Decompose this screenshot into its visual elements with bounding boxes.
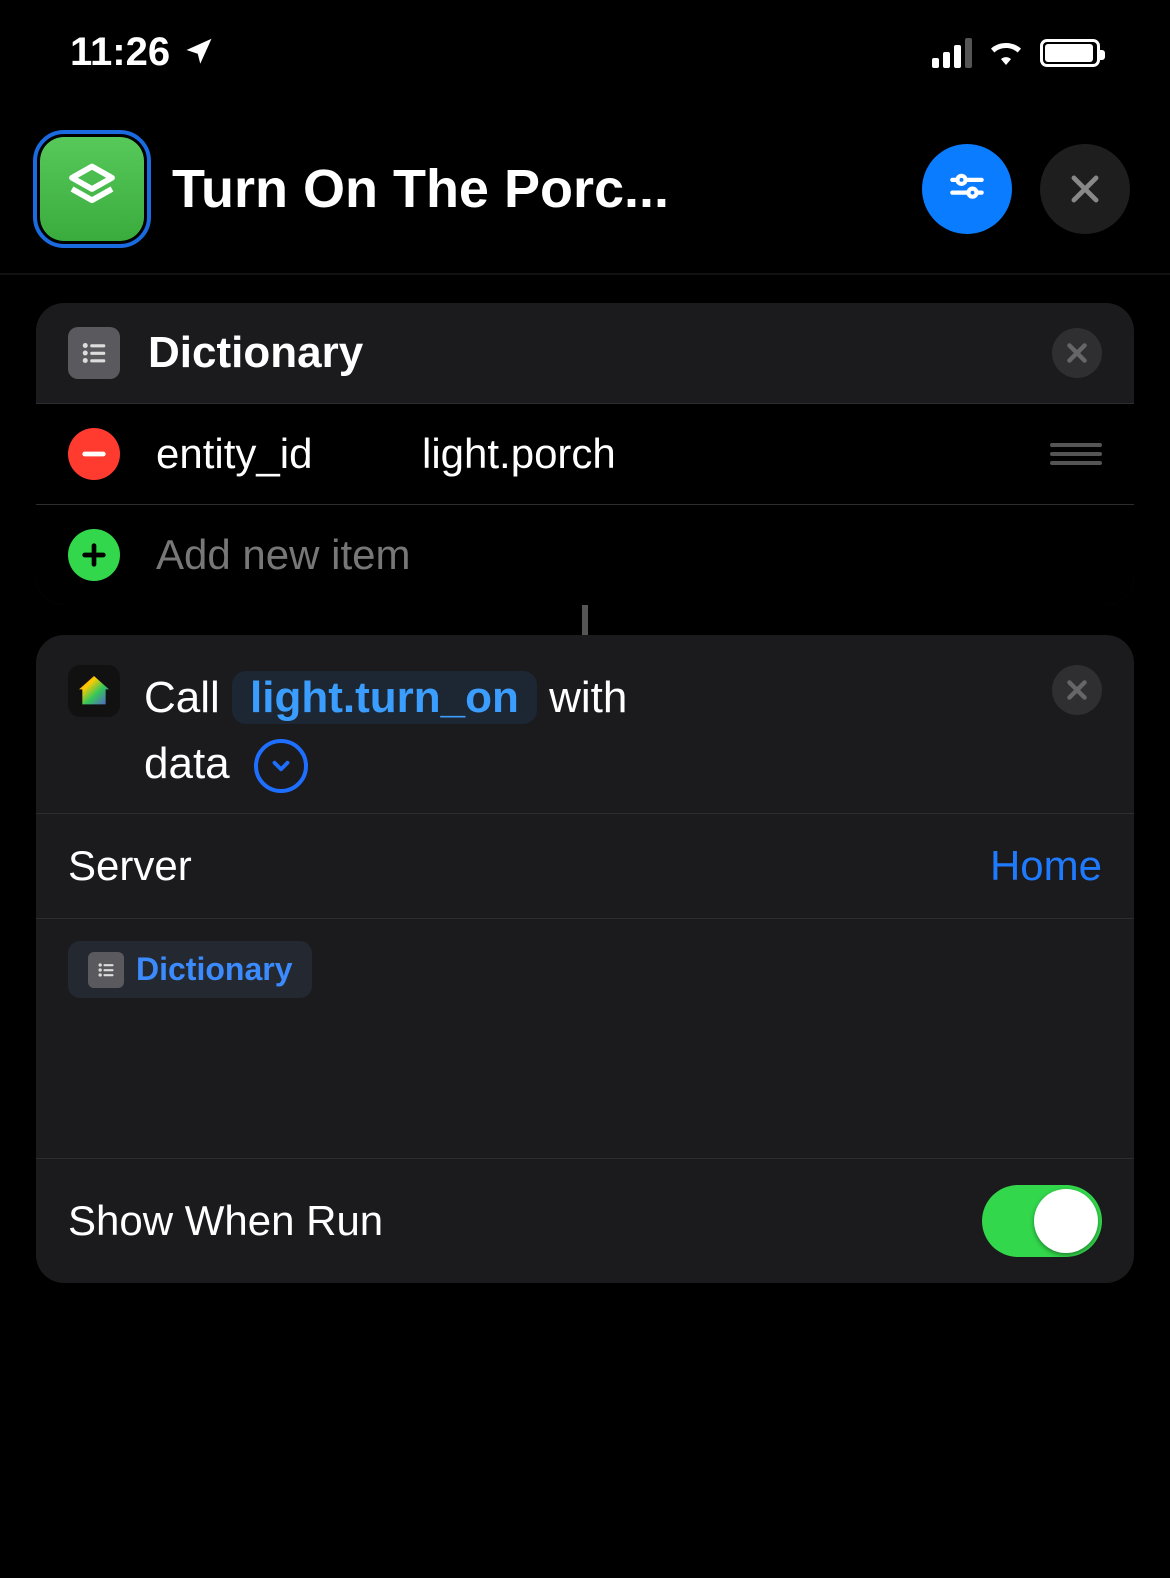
- reorder-handle-icon[interactable]: [1050, 443, 1102, 465]
- data-chip-label: Dictionary: [136, 951, 292, 988]
- battery-icon: [1040, 39, 1100, 67]
- add-item-label: Add new item: [156, 531, 1102, 579]
- wifi-icon: [986, 35, 1026, 70]
- show-when-run-toggle[interactable]: [982, 1185, 1102, 1257]
- call-service-action-card: Call light.turn_on with data Server Home: [36, 635, 1134, 1283]
- actions-content: Dictionary entity_id light.porch: [0, 275, 1170, 1283]
- close-button[interactable]: [1040, 144, 1130, 234]
- call-service-header[interactable]: Call light.turn_on with data: [36, 635, 1134, 813]
- status-left: 11:26: [70, 30, 214, 75]
- server-label: Server: [68, 842, 192, 890]
- header: Turn On The Porc...: [0, 105, 1170, 275]
- dictionary-value-field[interactable]: light.porch: [422, 430, 1014, 478]
- dictionary-icon: [68, 327, 120, 379]
- dictionary-item-row: entity_id light.porch: [36, 403, 1134, 504]
- status-bar: 11:26: [0, 0, 1170, 105]
- remove-item-button[interactable]: [68, 428, 120, 480]
- dictionary-action-card: Dictionary entity_id light.porch: [36, 303, 1134, 605]
- delete-call-action-button[interactable]: [1052, 665, 1102, 715]
- action-connector: [582, 605, 588, 635]
- add-item-row[interactable]: Add new item: [36, 504, 1134, 605]
- delete-dictionary-action-button[interactable]: [1052, 328, 1102, 378]
- show-when-run-label: Show When Run: [68, 1197, 383, 1245]
- shortcut-app-icon[interactable]: [40, 137, 144, 241]
- data-variable-chip[interactable]: Dictionary: [68, 941, 312, 998]
- dictionary-key-field[interactable]: entity_id: [156, 430, 386, 478]
- server-param-row[interactable]: Server Home: [36, 813, 1134, 918]
- call-prefix: Call: [144, 673, 220, 722]
- location-icon: [184, 30, 214, 75]
- settings-button[interactable]: [922, 144, 1012, 234]
- add-item-button[interactable]: [68, 529, 120, 581]
- status-right: [932, 35, 1100, 70]
- service-name-pill[interactable]: light.turn_on: [232, 671, 537, 724]
- shortcut-title[interactable]: Turn On The Porc...: [172, 158, 894, 220]
- dictionary-action-title: Dictionary: [148, 328, 1024, 378]
- data-param-row[interactable]: Dictionary: [36, 918, 1134, 1158]
- server-value[interactable]: Home: [990, 842, 1102, 890]
- home-assistant-icon: [68, 665, 120, 717]
- status-time: 11:26: [70, 30, 170, 75]
- call-suffix-with: with: [549, 673, 627, 722]
- dictionary-action-header[interactable]: Dictionary: [36, 303, 1134, 403]
- call-service-sentence: Call light.turn_on with data: [144, 665, 1028, 797]
- call-suffix-data: data: [144, 739, 230, 788]
- show-when-run-row: Show When Run: [36, 1158, 1134, 1283]
- dictionary-chip-icon: [88, 952, 124, 988]
- expand-action-button[interactable]: [254, 739, 308, 793]
- cellular-icon: [932, 38, 972, 68]
